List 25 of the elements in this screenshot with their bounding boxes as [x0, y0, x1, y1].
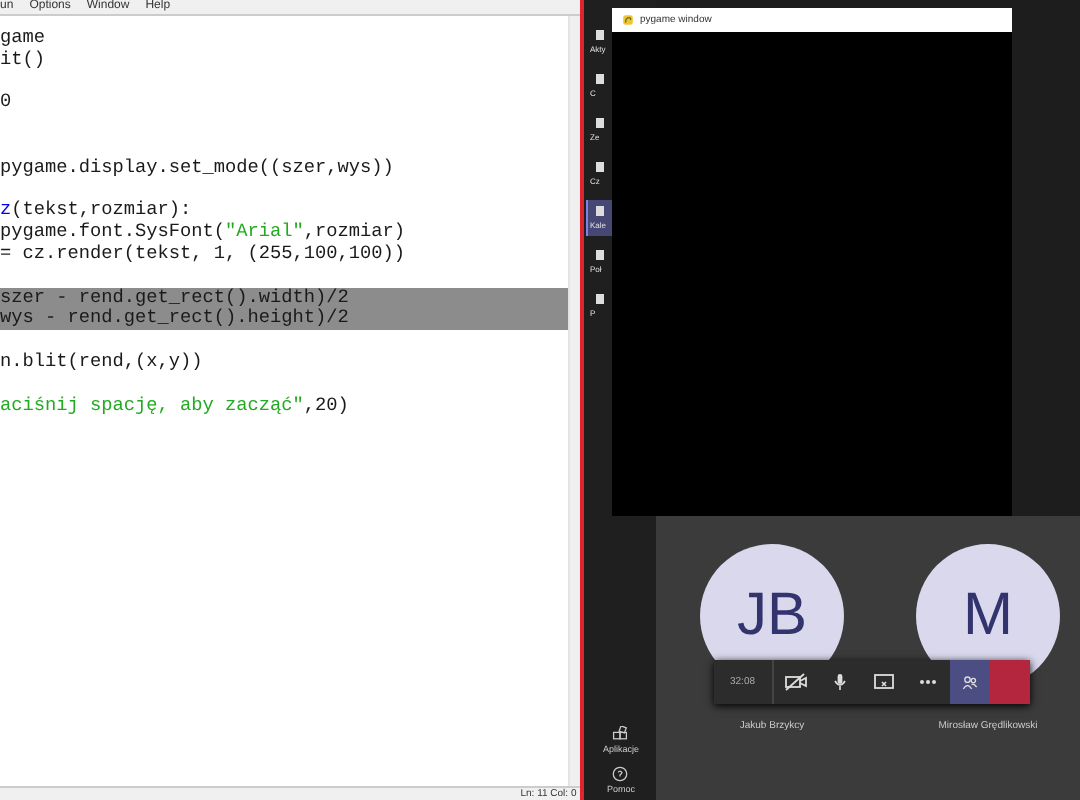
code-line: aciśnij spację, aby zacząć",20): [0, 393, 349, 416]
code-line: z(tekst,rozmiar):: [0, 198, 192, 221]
camera-off-icon[interactable]: [783, 672, 808, 692]
code-line: 0: [0, 90, 12, 113]
app-icon: [596, 250, 604, 260]
apps-icon: [612, 726, 629, 742]
app-icon: [596, 118, 604, 128]
share-screen-icon[interactable]: [871, 672, 896, 692]
code-line: szer - rend.get_rect().width)/2: [0, 285, 349, 308]
code-line: pygame.font.SysFont("Arial",rozmiar): [0, 220, 406, 243]
code-line: pygame.display.set_mode((szer,wys)): [0, 155, 394, 178]
code-line: = cz.render(tekst, 1, (255,100,100)): [0, 241, 406, 264]
code-line: n.blit(rend,(x,y)): [0, 349, 203, 372]
app-icon: [596, 74, 604, 84]
snake-icon: [622, 14, 634, 26]
app-icon: [596, 162, 604, 172]
app-icon: [596, 30, 604, 40]
app-icon: [596, 294, 604, 304]
code-line: it(): [0, 47, 46, 70]
code-line: game: [0, 26, 46, 48]
app-icon: [596, 206, 604, 216]
code-line: wys - rend.get_rect().height)/2: [0, 306, 349, 329]
people-icon: [959, 673, 980, 691]
help-icon: [612, 766, 629, 782]
participants-button[interactable]: [949, 660, 990, 704]
